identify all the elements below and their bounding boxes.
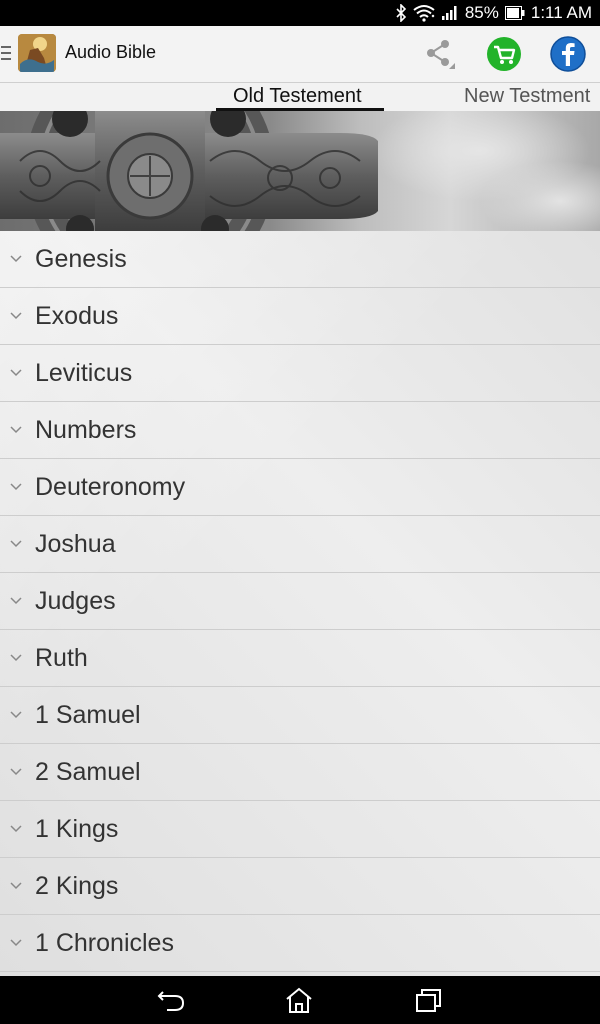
celtic-cross-banner <box>0 111 600 231</box>
chevron-down-icon <box>10 654 22 662</box>
app-title: Audio Bible <box>65 42 157 62</box>
book-label: Genesis <box>35 244 127 273</box>
tab-new-testament[interactable]: New Testment <box>464 85 590 108</box>
chevron-down-icon <box>10 825 22 833</box>
chevron-down-icon <box>10 312 22 320</box>
book-row[interactable]: Exodus <box>0 288 600 345</box>
clock: 1:11 AM <box>530 3 592 22</box>
book-label: 1 Kings <box>35 814 119 843</box>
book-row[interactable]: Judges <box>0 573 600 630</box>
book-row[interactable]: Deuteronomy <box>0 459 600 516</box>
book-row[interactable]: 1 Samuel <box>0 687 600 744</box>
status-icons: 85% 1:11 AM <box>395 0 592 26</box>
chevron-down-icon <box>10 597 22 605</box>
book-row[interactable]: Ruth <box>0 630 600 687</box>
share-icon[interactable] <box>421 36 457 72</box>
book-label: Ruth <box>35 643 88 672</box>
book-row[interactable]: 2 Kings <box>0 858 600 915</box>
book-row[interactable]: Leviticus <box>0 345 600 402</box>
chevron-down-icon <box>10 540 22 548</box>
book-label: 2 Samuel <box>35 757 141 786</box>
book-label: 1 Chronicles <box>35 928 174 957</box>
status-bar: 85% 1:11 AM <box>0 0 600 26</box>
testament-tabs: Old Testement New Testment <box>0 83 600 112</box>
back-icon[interactable] <box>157 986 187 1014</box>
app-bar: Audio Bible <box>0 26 600 83</box>
book-label: Deuteronomy <box>35 472 186 501</box>
home-icon[interactable] <box>284 986 314 1014</box>
chevron-down-icon <box>10 426 22 434</box>
chevron-down-icon <box>10 882 22 890</box>
book-label: 2 Kings <box>35 871 119 900</box>
book-label: Exodus <box>35 301 119 330</box>
tab-old-testament[interactable]: Old Testement <box>233 85 362 108</box>
chevron-down-icon <box>10 483 22 491</box>
book-label: Leviticus <box>35 358 133 387</box>
recent-apps-icon[interactable] <box>414 986 444 1014</box>
book-row[interactable]: 2 Samuel <box>0 744 600 801</box>
bluetooth-icon <box>395 4 407 22</box>
book-row[interactable]: 1 Kings <box>0 801 600 858</box>
battery-percent: 85% <box>464 3 499 22</box>
book-list: Genesis Exodus Leviticus Numbers Deuteronomy… <box>0 231 600 976</box>
app-logo[interactable] <box>18 34 56 72</box>
chevron-down-icon <box>10 768 22 776</box>
wifi-icon <box>413 4 435 22</box>
chevron-down-icon <box>10 711 22 719</box>
book-row[interactable]: Joshua <box>0 516 600 573</box>
book-label: Judges <box>35 586 116 615</box>
navigation-bar <box>0 976 600 1024</box>
book-row[interactable]: 1 Chronicles <box>0 915 600 972</box>
chevron-down-icon <box>10 939 22 947</box>
signal-icon <box>441 5 459 21</box>
book-row[interactable]: Genesis <box>0 231 600 288</box>
cart-icon[interactable] <box>486 36 522 72</box>
book-row[interactable]: Numbers <box>0 402 600 459</box>
chevron-down-icon <box>10 369 22 377</box>
book-label: Numbers <box>35 415 137 444</box>
facebook-icon[interactable] <box>550 36 586 72</box>
battery-icon <box>504 6 525 20</box>
book-label: Joshua <box>35 529 116 558</box>
menu-icon[interactable] <box>1 46 11 60</box>
chevron-down-icon <box>10 255 22 263</box>
book-label: 1 Samuel <box>35 700 141 729</box>
